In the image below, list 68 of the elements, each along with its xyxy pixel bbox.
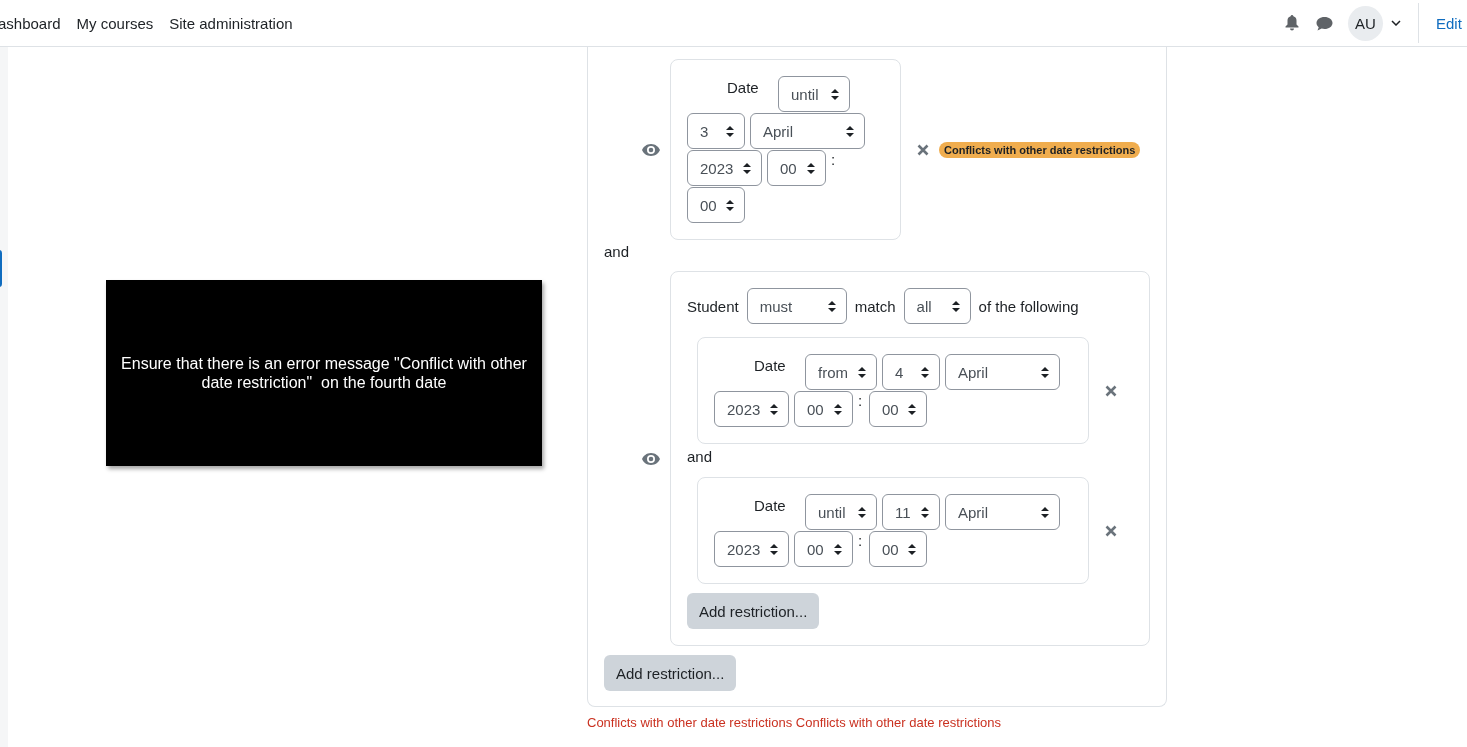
updown-caret-icon — [726, 125, 734, 137]
match-dropdown[interactable]: all — [903, 288, 971, 324]
nav-link[interactable]: My courses — [76, 14, 154, 32]
close-icon[interactable] — [1105, 524, 1117, 537]
tutorial-caption: Ensure that there is an error message "Conflict with other date restriction" on the fourth date — [106, 280, 542, 466]
day-dropdown[interactable]: 4 — [882, 354, 940, 390]
updown-caret-icon — [827, 300, 836, 312]
year-dropdown[interactable]: 2023 — [714, 391, 789, 427]
direction-dropdown[interactable]: until — [805, 494, 877, 530]
direction-dropdown[interactable]: until — [778, 76, 850, 112]
add-restriction-button[interactable]: Add restriction... — [687, 593, 820, 629]
year-dropdown[interactable]: 2023 — [714, 531, 789, 567]
minute-dropdown[interactable]: 00 — [687, 187, 745, 223]
following-label: of the following — [978, 297, 1079, 315]
updown-caret-icon — [1041, 366, 1049, 378]
updown-caret-icon — [770, 543, 778, 555]
nav-link[interactable]: Site administration — [169, 14, 293, 32]
updown-caret-icon — [743, 162, 751, 174]
time-separator: : — [831, 150, 837, 170]
updown-caret-icon — [1041, 506, 1049, 518]
match-label: match — [854, 297, 896, 315]
must-dropdown[interactable]: must — [746, 288, 847, 324]
updown-caret-icon — [951, 300, 960, 312]
hour-dropdown[interactable]: 00 — [767, 150, 826, 186]
time-separator: : — [858, 531, 864, 551]
minute-dropdown[interactable]: 00 — [869, 391, 927, 427]
month-dropdown[interactable]: April — [945, 354, 1060, 390]
updown-caret-icon — [834, 543, 842, 555]
warning-badge: Conflicts with other date restrictions — [939, 141, 1141, 158]
field-label: Date — [726, 78, 760, 96]
close-icon[interactable] — [917, 143, 929, 156]
edit-mode-link[interactable]: Edit — [1436, 14, 1467, 32]
direction-dropdown[interactable]: from — [805, 354, 877, 390]
bell-icon[interactable] — [1285, 15, 1299, 31]
month-dropdown[interactable]: April — [945, 494, 1060, 530]
error-message: Conflicts with other date restrictions Conflicts with other date restrictions — [587, 715, 1002, 730]
year-dropdown[interactable]: 2023 — [687, 150, 762, 186]
close-icon[interactable] — [1105, 384, 1117, 397]
connector-text: and — [687, 447, 714, 467]
updown-caret-icon — [807, 162, 815, 174]
eye-icon[interactable] — [642, 143, 660, 156]
hour-dropdown[interactable]: 00 — [794, 531, 853, 567]
day-dropdown[interactable]: 11 — [882, 494, 940, 530]
updown-caret-icon — [831, 88, 839, 100]
time-separator: : — [858, 391, 864, 411]
student-label: Student — [687, 297, 739, 315]
user-avatar[interactable]: AU — [1348, 5, 1383, 41]
updown-caret-icon — [770, 403, 778, 415]
field-label: Date — [753, 356, 787, 374]
eye-icon[interactable] — [642, 452, 660, 465]
updown-caret-icon — [858, 506, 866, 518]
field-label: Date — [753, 496, 787, 514]
day-dropdown[interactable]: 3 — [687, 113, 745, 149]
connector-text: and — [604, 242, 631, 262]
chat-bubble-icon[interactable] — [1316, 15, 1333, 31]
caret-icon[interactable] — [1391, 20, 1401, 26]
updown-caret-icon — [908, 403, 916, 415]
updown-caret-icon — [834, 403, 842, 415]
month-dropdown[interactable]: April — [750, 113, 865, 149]
updown-caret-icon — [908, 543, 916, 555]
updown-caret-icon — [846, 125, 854, 137]
updown-caret-icon — [858, 366, 866, 378]
minute-dropdown[interactable]: 00 — [869, 531, 927, 567]
add-restriction-button[interactable]: Add restriction... — [604, 655, 737, 691]
hour-dropdown[interactable]: 00 — [794, 391, 853, 427]
updown-caret-icon — [921, 366, 929, 378]
updown-caret-icon — [921, 506, 929, 518]
updown-caret-icon — [726, 199, 734, 211]
